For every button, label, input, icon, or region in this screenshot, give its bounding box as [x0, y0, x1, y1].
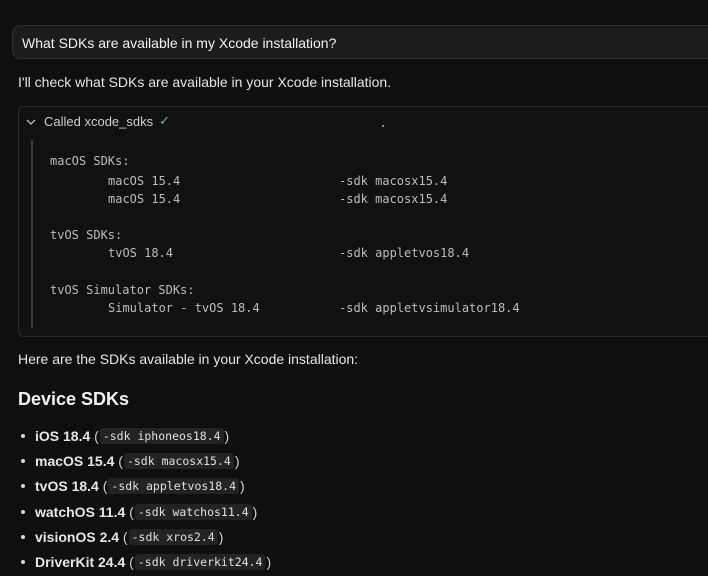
list-item: DriverKit 24.4 (-sdk driverkit24.4) — [18, 549, 271, 574]
sdk-group-heading: macOS SDKs: — [50, 154, 130, 168]
sdk-flag-code: -sdk watchos11.4 — [134, 503, 252, 520]
user-message-bubble: What SDKs are available in my Xcode inst… — [12, 25, 708, 59]
sdk-row-name: tvOS 18.4 — [108, 246, 174, 260]
sdk-flag-code: -sdk macosx15.4 — [123, 452, 234, 469]
sdk-name: visionOS 2.4 — [35, 528, 120, 545]
sdk-name: tvOS 18.4 — [35, 478, 99, 495]
list-item: tvOS 18.4 (-sdk appletvos18.4) — [18, 474, 271, 499]
bullet — [21, 534, 25, 539]
tool-call-toggle[interactable]: Called xcode_sdks ✓ — [26, 113, 170, 129]
sdk-group-heading: tvOS SDKs: — [50, 228, 123, 242]
sdk-row-name: macOS 15.4 — [108, 174, 181, 188]
device-sdk-list: iOS 18.4 (-sdk iphoneos18.4) macOS 15.4 … — [18, 423, 271, 575]
sdk-flag-code: -sdk iphoneos18.4 — [99, 427, 224, 444]
bullet — [21, 509, 25, 514]
tool-call-panel: Called xcode_sdks ✓ macOS SDKs: macOS 15… — [18, 106, 708, 337]
list-item: visionOS 2.4 (-sdk xros2.4) — [18, 524, 271, 549]
sdk-row-flag: -sdk appletvos18.4 — [339, 246, 470, 260]
sdk-row-flag: -sdk appletvsimulator18.4 — [339, 301, 520, 315]
sdk-name: iOS 18.4 — [35, 427, 91, 444]
bullet — [21, 458, 25, 463]
sdk-name: DriverKit 24.4 — [35, 554, 126, 571]
list-item: watchOS 11.4 (-sdk watchos11.4) — [18, 499, 271, 524]
tool-call-label: Called xcode_sdks — [44, 113, 154, 129]
decorative-dot — [382, 125, 384, 127]
assistant-intro-text: I'll check what SDKs are available in yo… — [18, 74, 392, 90]
list-item: macOS 15.4 (-sdk macosx15.4) — [18, 448, 271, 473]
sdk-row-name: Simulator - tvOS 18.4 — [108, 301, 260, 315]
sdk-group-heading: tvOS Simulator SDKs: — [50, 283, 195, 297]
bullet — [21, 560, 25, 565]
output-gutter — [31, 140, 33, 328]
bullet — [21, 433, 25, 438]
list-item: iOS 18.4 (-sdk iphoneos18.4) — [18, 423, 271, 448]
sdk-flag-code: -sdk appletvos18.4 — [108, 478, 240, 495]
sdk-row-flag: -sdk macosx15.4 — [339, 192, 448, 206]
summary-text: Here are the SDKs available in your Xcod… — [18, 351, 359, 367]
sdk-name: macOS 15.4 — [35, 452, 115, 469]
sdk-name: watchOS 11.4 — [35, 503, 126, 520]
checkmark-icon: ✓ — [159, 113, 171, 128]
sdk-flag-code: -sdk xros2.4 — [128, 528, 218, 545]
chevron-down-icon — [26, 114, 38, 129]
bullet — [21, 484, 25, 489]
sdk-row-name: macOS 15.4 — [108, 192, 181, 206]
device-sdks-heading: Device SDKs — [18, 389, 130, 409]
user-message-text: What SDKs are available in my Xcode inst… — [22, 35, 337, 51]
sdk-flag-code: -sdk driverkit24.4 — [134, 554, 266, 571]
sdk-row-flag: -sdk macosx15.4 — [339, 174, 448, 188]
